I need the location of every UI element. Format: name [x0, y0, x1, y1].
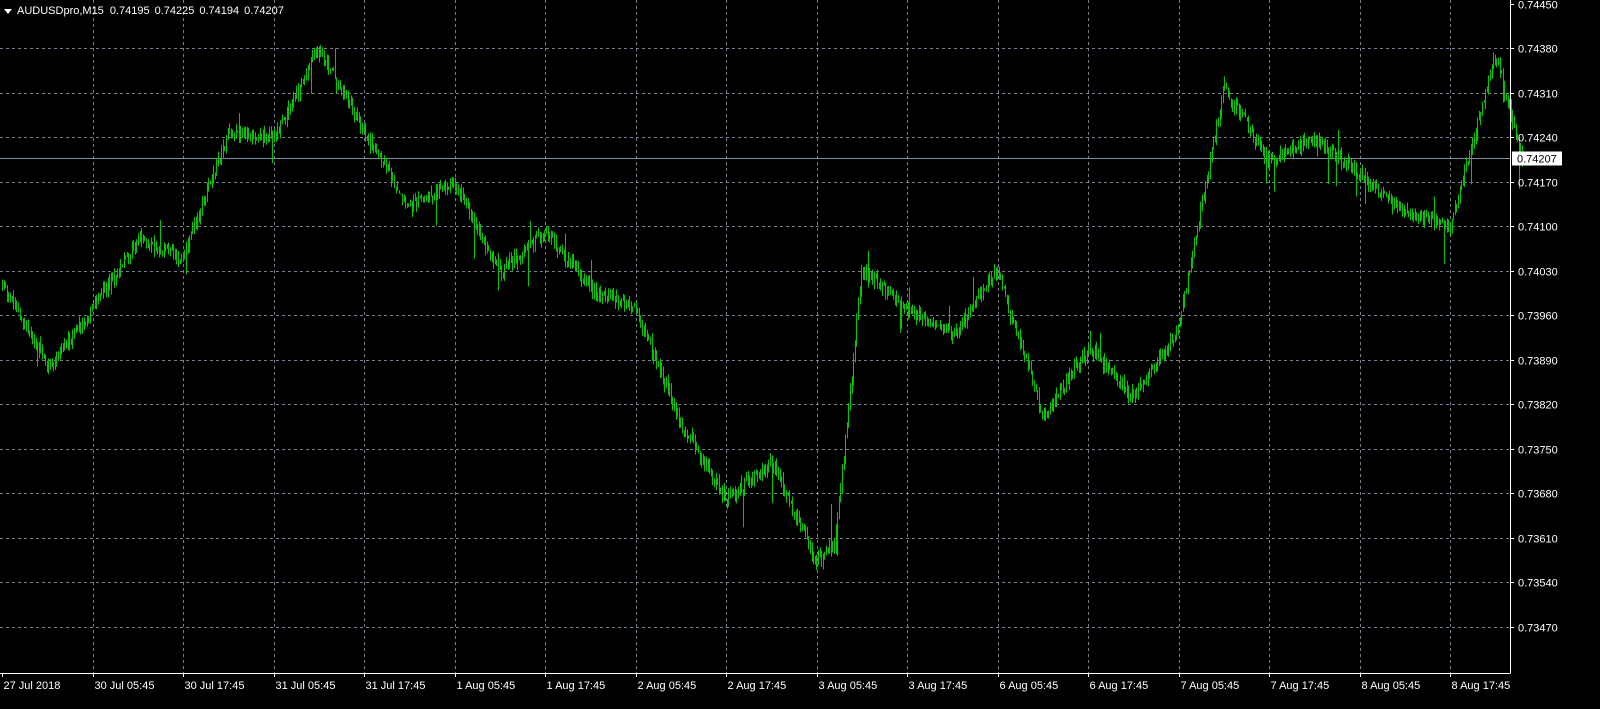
current-price-tag: 0.74207	[1512, 151, 1562, 166]
time-tick-label: 31 Jul 17:45	[366, 680, 426, 692]
chart-info-bar: AUDUSDpro,M15 0.74195 0.74225 0.74194 0.…	[4, 4, 289, 18]
time-tick-label: 27 Jul 2018	[4, 680, 61, 692]
price-tick-label: 0.73540	[1518, 578, 1558, 590]
time-tick-label: 2 Aug 05:45	[638, 680, 697, 692]
current-price-label: 0.74207	[1517, 154, 1557, 166]
time-tick-label: 31 Jul 05:45	[276, 680, 336, 692]
price-tick-label: 0.74100	[1518, 222, 1558, 234]
price-tick-label: 0.73960	[1518, 311, 1558, 323]
low-price: 0.74194	[199, 5, 240, 17]
high-price: 0.74225	[154, 5, 195, 17]
open-price: 0.74195	[109, 5, 150, 17]
time-tick-label: 30 Jul 17:45	[185, 680, 245, 692]
price-tick-label: 0.74030	[1518, 267, 1558, 279]
price-tick-label: 0.73750	[1518, 445, 1558, 457]
chart-menu-arrow-icon[interactable]	[4, 8, 12, 14]
price-tick-label: 0.73890	[1518, 356, 1558, 368]
price-tick-label: 0.73470	[1518, 623, 1558, 635]
time-tick-label: 8 Aug 05:45	[1362, 680, 1421, 692]
price-tick-label: 0.74310	[1518, 89, 1558, 101]
price-tick-label: 0.74240	[1518, 133, 1558, 145]
price-tick-label: 0.73610	[1518, 534, 1558, 546]
symbol-timeframe-label: AUDUSDpro,M15	[17, 5, 104, 17]
price-tick-label: 0.73820	[1518, 400, 1558, 412]
time-tick-label: 6 Aug 17:45	[1090, 680, 1149, 692]
time-tick-label: 3 Aug 05:45	[819, 680, 878, 692]
time-tick-label: 8 Aug 17:45	[1452, 680, 1511, 692]
time-tick-label: 6 Aug 05:45	[1000, 680, 1059, 692]
time-tick-label: 2 Aug 17:45	[728, 680, 787, 692]
time-tick-label: 7 Aug 05:45	[1181, 680, 1240, 692]
time-tick-label: 30 Jul 05:45	[95, 680, 155, 692]
close-price: 0.74207	[244, 5, 284, 17]
chart-window[interactable]: 0.74450 0.74380 0.74310 0.74240 0.74170 0.741…	[0, 0, 1600, 709]
price-tick-label: 0.74170	[1518, 178, 1558, 190]
price-tick-label: 0.73680	[1518, 489, 1558, 501]
time-tick-label: 7 Aug 17:45	[1271, 680, 1330, 692]
time-tick-label: 1 Aug 17:45	[547, 680, 606, 692]
price-tick-label: 0.74450	[1518, 0, 1558, 12]
time-tick-label: 3 Aug 17:45	[909, 680, 968, 692]
price-chart[interactable]: 0.74450 0.74380 0.74310 0.74240 0.74170 0.741…	[0, 0, 1600, 709]
price-tick-label: 0.74380	[1518, 44, 1558, 56]
time-tick-label: 1 Aug 05:45	[457, 680, 516, 692]
